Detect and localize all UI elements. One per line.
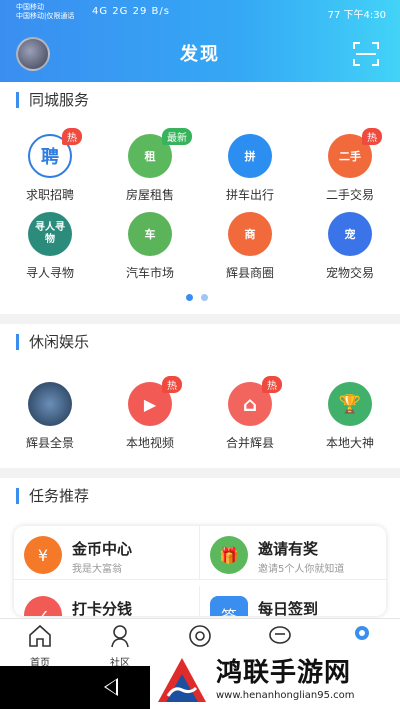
scan-icon[interactable]	[352, 40, 380, 68]
leisure-label: 本地大神	[325, 436, 374, 450]
service-carpool[interactable]: 拼 拼车出行	[200, 134, 300, 212]
new-badge: 最新	[162, 128, 192, 145]
community-icon	[111, 625, 129, 648]
checkin-icon: ✓	[24, 596, 62, 616]
service-label: 寻人寻物	[25, 266, 74, 280]
task-subtitle: 邀请5个人你就知道	[258, 564, 345, 575]
service-label: 二手交易	[325, 188, 374, 202]
compass-icon	[355, 626, 369, 640]
tab-community[interactable]: 社区	[80, 619, 160, 669]
service-label: 宠物交易	[325, 266, 374, 280]
calendar-icon: 签	[210, 596, 248, 616]
page-dot	[201, 294, 208, 301]
hot-badge: 热	[362, 128, 382, 145]
leisure-video[interactable]: ▶ 热 本地视频	[100, 376, 200, 460]
task-daily-signin[interactable]: 签 每日签到	[200, 586, 386, 616]
task-subtitle: 我是大富翁	[72, 564, 122, 575]
car-market-icon: 车	[128, 212, 172, 256]
coin-bag-icon: ¥	[24, 536, 62, 574]
gift-icon: 🎁	[210, 536, 248, 574]
task-coins[interactable]: ¥ 金币中心 我是大富翁	[14, 526, 200, 580]
service-label: 辉县商圈	[225, 266, 274, 280]
carrier-2: 中国移动|仅限通话	[16, 12, 75, 20]
tab-home[interactable]: 首页	[0, 619, 80, 669]
leisure-label: 辉县全景	[25, 436, 74, 450]
battery-level: 77	[327, 10, 341, 21]
service-jobs[interactable]: 聘 热 求职招聘	[0, 128, 100, 212]
tasks-card: ¥ 金币中心 我是大富翁 🎁 邀请有奖 邀请5个人你就知道 ✓ 打卡分钱 签 每…	[14, 526, 386, 616]
service-business[interactable]: 商 辉县商圈	[200, 212, 300, 290]
shop-icon: 商	[228, 212, 272, 256]
task-title: 金币中心	[72, 540, 133, 558]
hot-badge: 热	[262, 376, 282, 393]
carrier-info: 中国移动 中国移动|仅限通话	[16, 3, 74, 21]
task-checkin-money[interactable]: ✓ 打卡分钱	[14, 586, 200, 616]
globe-icon	[189, 625, 211, 647]
clock: 77 下午4:30	[327, 10, 386, 21]
page-title: 发现	[180, 44, 220, 65]
watermark: 鸿联手游网 www.henanhonglian95.com	[150, 648, 400, 709]
service-secondhand[interactable]: 二手 热 二手交易	[300, 128, 400, 212]
service-housing[interactable]: 租 最新 房屋租售	[100, 128, 200, 212]
hot-badge: 热	[62, 128, 82, 145]
page-indicator	[186, 294, 208, 301]
section-title: 休闲娱乐	[16, 334, 89, 350]
leisure-experts[interactable]: 🏆 本地大神	[300, 382, 400, 460]
lost-found-icon: 寻人寻物	[28, 212, 72, 256]
dog-icon: 宠	[328, 212, 372, 256]
panorama-icon	[28, 382, 72, 426]
trophy-icon: 🏆	[328, 382, 372, 426]
chat-bubble-icon	[269, 626, 291, 644]
section-title: 同城服务	[16, 92, 89, 108]
city-services-grid: 聘 热 求职招聘 租 最新 房屋租售 拼 拼车出行 二手 热 二手交易 寻人寻物…	[0, 128, 400, 290]
task-title: 打卡分钱	[72, 600, 133, 616]
car-icon: 拼	[228, 134, 272, 178]
leisure-merge[interactable]: ⌂ 热 合并辉县	[200, 376, 300, 460]
leisure-label: 本地视频	[125, 436, 174, 450]
leisure-panorama[interactable]: 辉县全景	[0, 382, 100, 460]
watermark-title: 鸿联手游网	[216, 658, 352, 688]
task-title: 每日签到	[258, 600, 319, 616]
task-title: 邀请有奖	[258, 540, 319, 558]
service-label: 房屋租售	[125, 188, 174, 202]
city-services-section: 同城服务 聘 热 求职招聘 租 最新 房屋租售 拼 拼车出行 二手 热 二手交易…	[0, 82, 400, 314]
service-label: 求职招聘	[25, 188, 74, 202]
section-title: 任务推荐	[16, 488, 89, 504]
service-pets[interactable]: 宠 宠物交易	[300, 212, 400, 290]
hot-badge: 热	[162, 376, 182, 393]
carrier-1: 中国移动	[16, 3, 44, 11]
leisure-grid: 辉县全景 ▶ 热 本地视频 ⌂ 热 合并辉县 🏆 本地大神	[0, 376, 400, 460]
leisure-label: 合并辉县	[225, 436, 274, 450]
home-icon	[29, 624, 51, 647]
service-lost-found[interactable]: 寻人寻物 寻人寻物	[0, 212, 100, 290]
back-icon[interactable]	[104, 678, 118, 696]
bull-logo-icon	[158, 658, 206, 702]
page-dot-active	[186, 294, 193, 301]
service-car-market[interactable]: 车 汽车市场	[100, 212, 200, 290]
service-label: 拼车出行	[225, 188, 274, 202]
task-invite[interactable]: 🎁 邀请有奖 邀请5个人你就知道	[200, 526, 386, 580]
network-speed: 4G 2G 29 B/s	[92, 6, 170, 17]
status-bar: 中国移动 中国移动|仅限通话 4G 2G 29 B/s 77 下午4:30	[0, 0, 400, 26]
leisure-section: 休闲娱乐 辉县全景 ▶ 热 本地视频 ⌂ 热 合并辉县 🏆 本地大神	[0, 324, 400, 468]
watermark-url: www.henanhonglian95.com	[216, 690, 355, 701]
service-label: 汽车市场	[125, 266, 174, 280]
